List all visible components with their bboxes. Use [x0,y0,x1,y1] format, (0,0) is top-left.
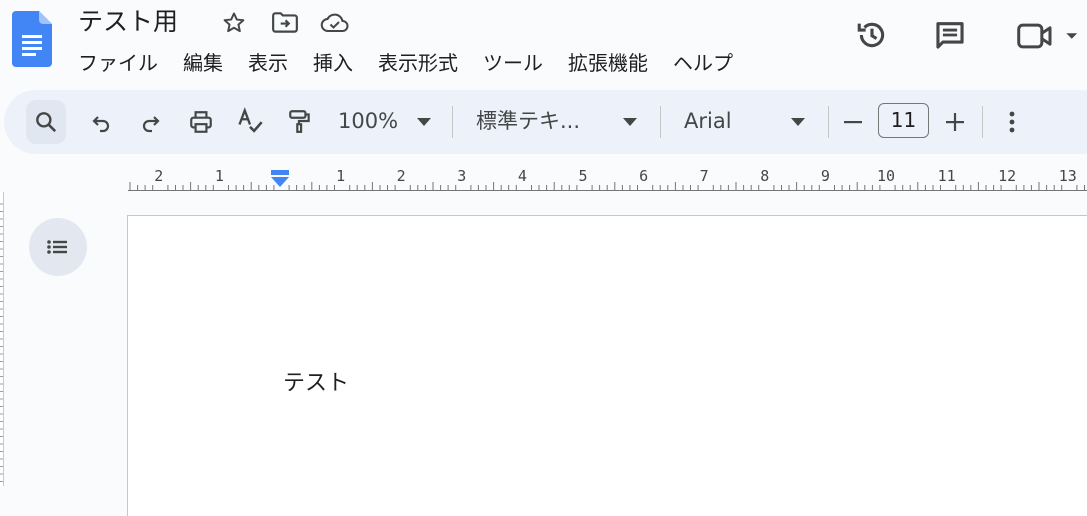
menu-tools[interactable]: ツール [475,47,551,79]
search-icon[interactable] [26,100,66,144]
font-size-input[interactable]: 11 [878,103,929,138]
document-page[interactable] [127,215,1087,516]
zoom-value[interactable]: 100% [338,106,398,136]
docs-logo-icon[interactable] [12,11,52,67]
ruler-label: 5 [578,167,587,185]
star-icon[interactable] [219,8,249,38]
ruler-label: 7 [700,167,709,185]
meet-video-icon[interactable] [1015,18,1085,54]
ruler-label: 2 [154,167,163,185]
ruler-label: 8 [760,167,769,185]
document-outline-button[interactable] [29,218,87,276]
ruler-label: 1 [336,167,345,185]
increase-font-size-icon[interactable] [941,108,969,136]
font-family-value[interactable]: Arial [684,106,732,136]
toolbar-divider [828,106,829,138]
comment-icon[interactable] [930,15,970,55]
font-family-dropdown-icon[interactable] [786,110,810,134]
paint-format-icon[interactable] [282,102,318,140]
ruler-label: 9 [821,167,830,185]
menu-extensions[interactable]: 拡張機能 [560,47,656,79]
ruler-label: 1 [215,167,224,185]
spellcheck-icon[interactable] [232,102,268,140]
ruler-label: 11 [938,167,956,185]
indent-marker-icon[interactable] [270,170,290,188]
ruler-label: 3 [457,167,466,185]
vertical-ruler-ticks [0,203,3,482]
toolbar-divider [452,106,453,138]
menu-help[interactable]: ヘルプ [665,47,741,79]
menu-insert[interactable]: 挿入 [305,47,361,79]
ruler-label: 12 [998,167,1016,185]
undo-icon[interactable] [84,104,118,140]
paragraph-style-dropdown-icon[interactable] [618,110,642,134]
ruler-margin-area [0,162,128,192]
redo-icon[interactable] [134,104,168,140]
decrease-font-size-icon[interactable] [840,108,866,136]
toolbar: 100% 標準テキ... Arial 11 [4,90,1087,154]
ruler-label: 2 [397,167,406,185]
menu-format[interactable]: 表示形式 [370,47,466,79]
print-icon[interactable] [184,104,218,140]
menu-file[interactable]: ファイル [70,47,166,79]
ruler-baseline [128,190,1087,191]
toolbar-divider [982,106,983,138]
cloud-saved-icon[interactable] [320,8,350,38]
move-to-folder-icon[interactable] [270,8,300,38]
zoom-dropdown-icon[interactable] [412,110,436,134]
menu-bar: ファイル 編集 表示 挿入 表示形式 ツール 拡張機能 ヘルプ [70,47,750,79]
menu-edit[interactable]: 編集 [175,47,231,79]
document-body-text[interactable]: テスト [283,368,349,400]
ruler-label: 6 [639,167,648,185]
menu-view[interactable]: 表示 [240,47,296,79]
version-history-icon[interactable] [852,15,892,55]
document-title[interactable]: テスト用 [78,4,178,40]
ruler-label: 10 [877,167,895,185]
toolbar-divider [660,106,661,138]
ruler-label: 13 [1059,167,1077,185]
list-icon [47,240,67,254]
more-options-icon[interactable] [998,108,1026,136]
paragraph-style-value[interactable]: 標準テキ... [476,106,580,136]
ruler-label: 4 [518,167,527,185]
